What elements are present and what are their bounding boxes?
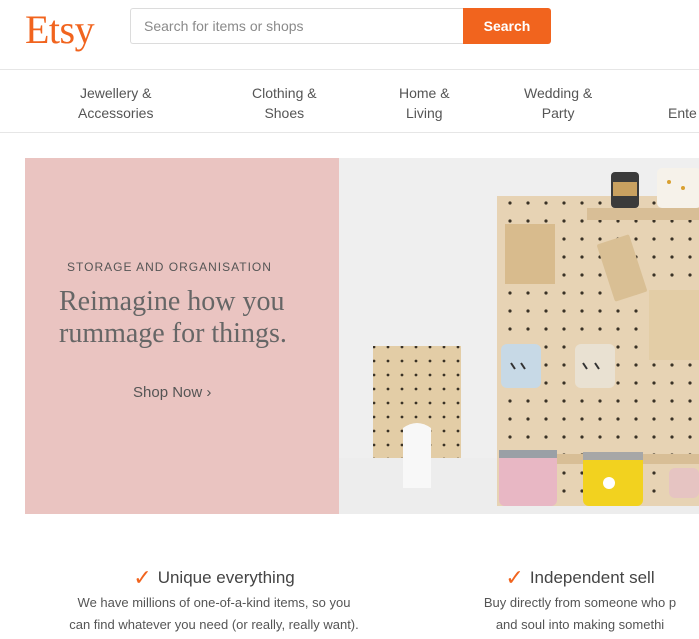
search-input[interactable]	[130, 8, 463, 44]
category-nav: Jewellery & Accessories Clothing & Shoes…	[0, 71, 699, 133]
hero-title: Reimagine how you rummage for things.	[59, 286, 287, 349]
hero-text-panel: STORAGE AND ORGANISATION Reimagine how y…	[25, 158, 339, 514]
check-icon: ✓	[505, 565, 524, 590]
etsy-logo[interactable]: Etsy	[25, 6, 95, 53]
site-header: Etsy Search	[0, 0, 699, 70]
search-bar: Search	[130, 8, 551, 44]
hero-image[interactable]	[339, 158, 699, 514]
nav-item-home[interactable]: Home & Living	[399, 83, 450, 123]
hero-banner: STORAGE AND ORGANISATION Reimagine how y…	[25, 158, 699, 514]
nav-item-entertainment[interactable]: Ente	[668, 103, 697, 123]
shop-now-link[interactable]: Shop Now ›	[133, 384, 211, 401]
nav-item-jewellery[interactable]: Jewellery & Accessories	[78, 83, 153, 123]
value-prop-independent: ✓ Independent sell Buy directly from som…	[430, 565, 699, 636]
value-prop-title: Unique everything	[157, 568, 295, 587]
check-icon: ✓	[133, 565, 152, 590]
nav-item-clothing[interactable]: Clothing & Shoes	[252, 83, 317, 123]
hero-eyebrow: STORAGE AND ORGANISATION	[67, 260, 272, 274]
pegboard-illustration	[339, 158, 699, 514]
value-prop-unique: ✓ Unique everything We have millions of …	[28, 565, 400, 636]
search-button[interactable]: Search	[463, 8, 551, 44]
nav-item-wedding[interactable]: Wedding & Party	[524, 83, 592, 123]
value-prop-body: We have millions of one-of-a-kind items,…	[69, 595, 359, 632]
value-prop-body: Buy directly from someone who p and soul…	[483, 595, 677, 632]
value-prop-title: Independent sell	[529, 568, 655, 587]
